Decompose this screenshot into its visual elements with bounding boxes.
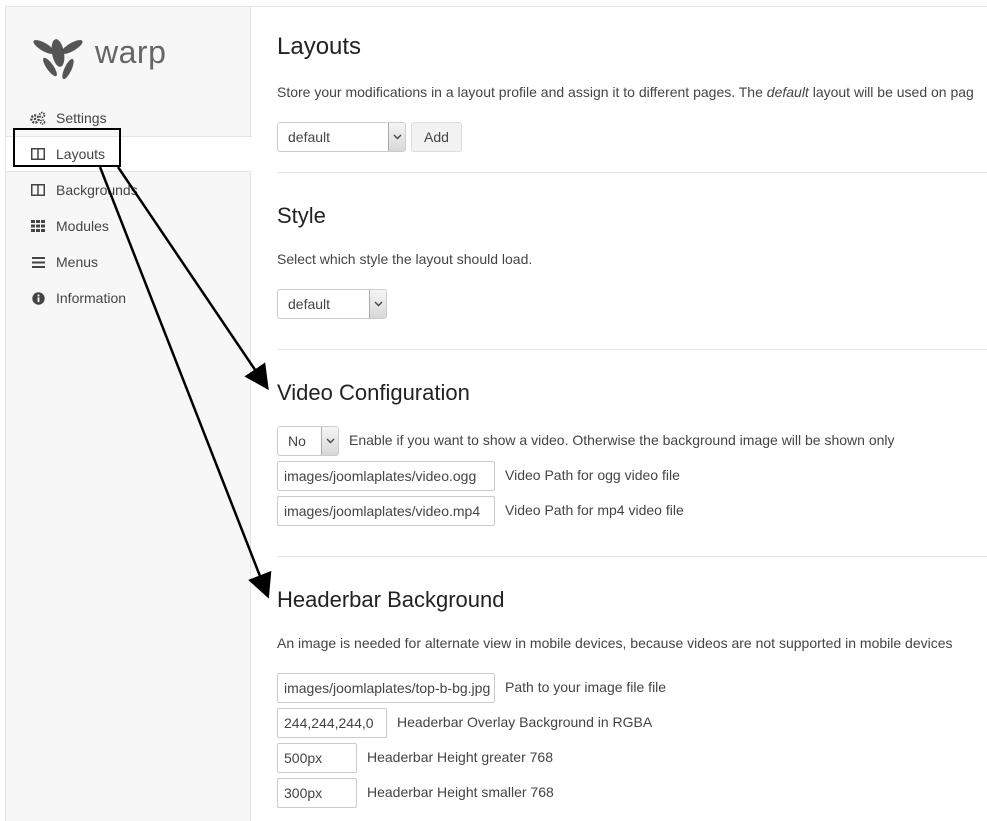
chevron-down-icon bbox=[321, 427, 338, 455]
info-circle-icon bbox=[30, 290, 46, 306]
headerbar-image-path-input[interactable]: images/joomlaplates/top-b-bg.jpg bbox=[277, 673, 495, 703]
logo-text: warp bbox=[95, 34, 167, 70]
video-enable-select[interactable]: No bbox=[277, 426, 339, 456]
sidebar-item-label: Settings bbox=[56, 110, 107, 126]
grid-icon bbox=[30, 218, 46, 234]
headerbar-height-gt-label: Headerbar Height greater 768 bbox=[367, 749, 554, 765]
layouts-desc-text-end: layout will be used on pag bbox=[808, 84, 974, 100]
sidebar-item-backgrounds[interactable]: Backgrounds bbox=[6, 172, 251, 208]
chevron-down-icon bbox=[369, 290, 386, 318]
gears-icon bbox=[30, 110, 46, 126]
video-enable-description: Enable if you want to show a video. Othe… bbox=[349, 432, 895, 448]
chevron-down-icon bbox=[388, 123, 405, 151]
video-enable-value: No bbox=[288, 433, 306, 449]
headerbar-rgba-label: Headerbar Overlay Background in RGBA bbox=[397, 714, 653, 730]
bars-icon bbox=[30, 254, 46, 270]
headerbar-title: Headerbar Background bbox=[277, 587, 505, 612]
warp-logo-icon bbox=[33, 39, 83, 80]
style-value: default bbox=[288, 296, 331, 312]
sidebar-item-label: Backgrounds bbox=[56, 182, 138, 198]
headerbar-height-lt-input[interactable]: 300px bbox=[277, 778, 357, 808]
headerbar-image-label: Path to your image file file bbox=[505, 679, 667, 695]
layout-profile-select[interactable]: default bbox=[277, 122, 406, 152]
sidebar-item-label: Information bbox=[56, 290, 127, 306]
columns-icon bbox=[30, 182, 46, 198]
layout-profile-value: default bbox=[288, 129, 331, 145]
layouts-description: Store your modifications in a layout pro… bbox=[277, 84, 974, 100]
divider bbox=[277, 556, 987, 557]
video-mp4-path-input[interactable]: images/joomlaplates/video.mp4 bbox=[277, 496, 495, 526]
video-ogg-label: Video Path for ogg video file bbox=[505, 467, 680, 483]
divider bbox=[277, 172, 987, 173]
video-mp4-label: Video Path for mp4 video file bbox=[505, 502, 684, 518]
layouts-title: Layouts bbox=[277, 33, 362, 60]
sidebar-item-modules[interactable]: Modules bbox=[6, 208, 251, 244]
style-select[interactable]: default bbox=[277, 289, 387, 319]
style-description: Select which style the layout should loa… bbox=[277, 251, 533, 267]
layouts-desc-emphasis: default bbox=[766, 84, 809, 100]
video-config-title: Video Configuration bbox=[277, 380, 470, 405]
sidebar-item-information[interactable]: Information bbox=[6, 280, 251, 316]
add-layout-button[interactable]: Add bbox=[411, 122, 462, 152]
layouts-desc-text: Store your modifications in a layout pro… bbox=[277, 84, 767, 100]
sidebar-item-label: Menus bbox=[56, 254, 99, 270]
sidebar-item-menus[interactable]: Menus bbox=[6, 244, 251, 280]
headerbar-rgba-input[interactable]: 244,244,244,0 bbox=[277, 708, 387, 738]
headerbar-height-lt-label: Headerbar Height smaller 768 bbox=[367, 784, 554, 800]
annotation-highlight-box bbox=[13, 128, 121, 167]
style-title: Style bbox=[277, 203, 326, 228]
divider bbox=[277, 349, 987, 350]
headerbar-description: An image is needed for alternate view in… bbox=[277, 635, 953, 651]
video-ogg-path-input[interactable]: images/joomlaplates/video.ogg bbox=[277, 461, 495, 491]
headerbar-height-gt-input[interactable]: 500px bbox=[277, 743, 357, 773]
sidebar-item-label: Modules bbox=[56, 218, 109, 234]
